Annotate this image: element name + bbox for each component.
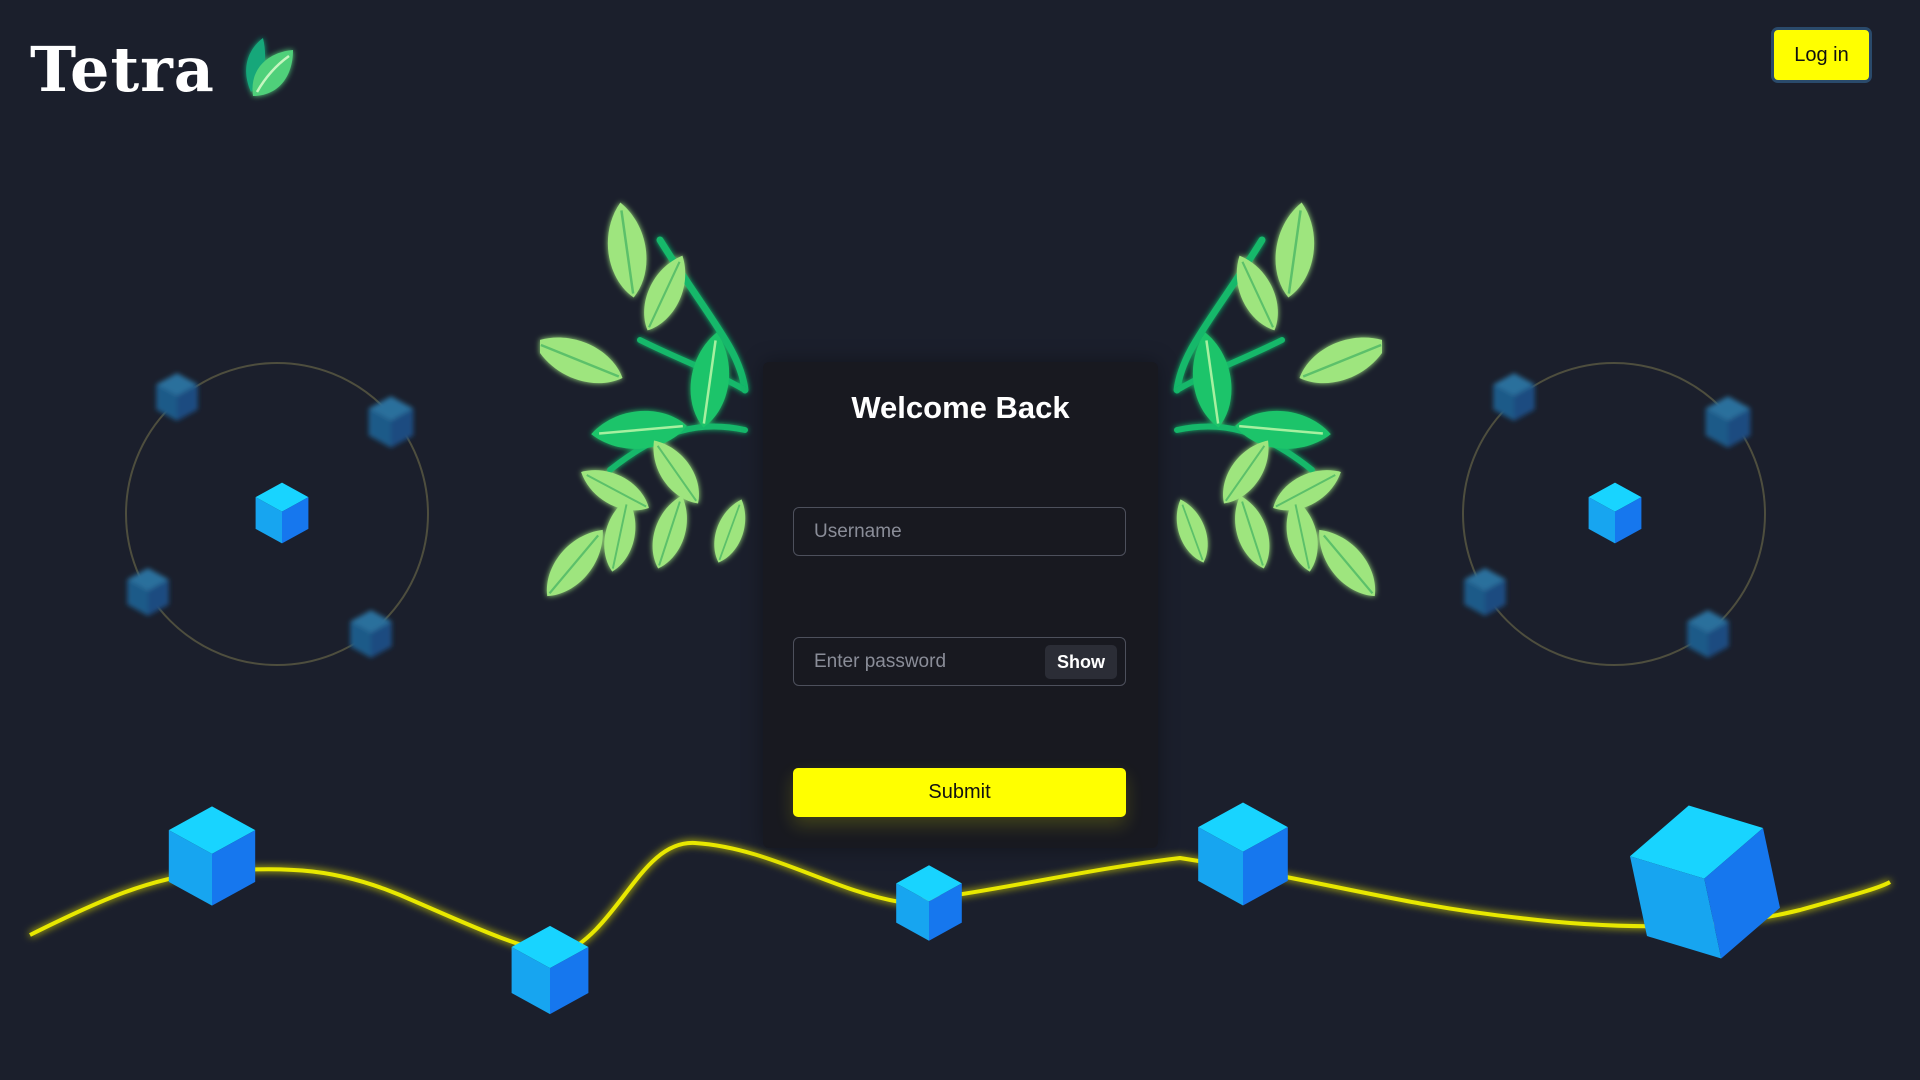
brand-logo[interactable]: Tetra xyxy=(30,30,301,110)
right-orbit xyxy=(1462,362,1766,666)
cube-icon xyxy=(511,925,589,1015)
form-title: Welcome Back xyxy=(851,390,1070,425)
cube-icon xyxy=(1622,791,1788,973)
login-form-card: Welcome Back Show Submit xyxy=(763,362,1158,848)
login-button[interactable]: Log in xyxy=(1771,27,1872,83)
show-password-button[interactable]: Show xyxy=(1045,645,1117,679)
left-leaf-branch xyxy=(526,200,753,607)
leaf-icon xyxy=(246,38,293,96)
password-input[interactable] xyxy=(794,638,1044,685)
cube-icon xyxy=(168,806,256,906)
left-orbit xyxy=(125,362,429,666)
username-input[interactable] xyxy=(794,508,1125,555)
brand-name: Tetra xyxy=(30,33,215,106)
right-leaf-branch xyxy=(1168,200,1395,607)
username-field-wrapper xyxy=(793,507,1126,556)
cube-icon xyxy=(1198,802,1288,906)
password-field-wrapper: Show xyxy=(793,637,1126,686)
submit-button[interactable]: Submit xyxy=(793,768,1126,817)
cube-icon xyxy=(896,865,962,941)
login-page: Tetra Log in Welcome Back Show xyxy=(0,0,1920,1080)
